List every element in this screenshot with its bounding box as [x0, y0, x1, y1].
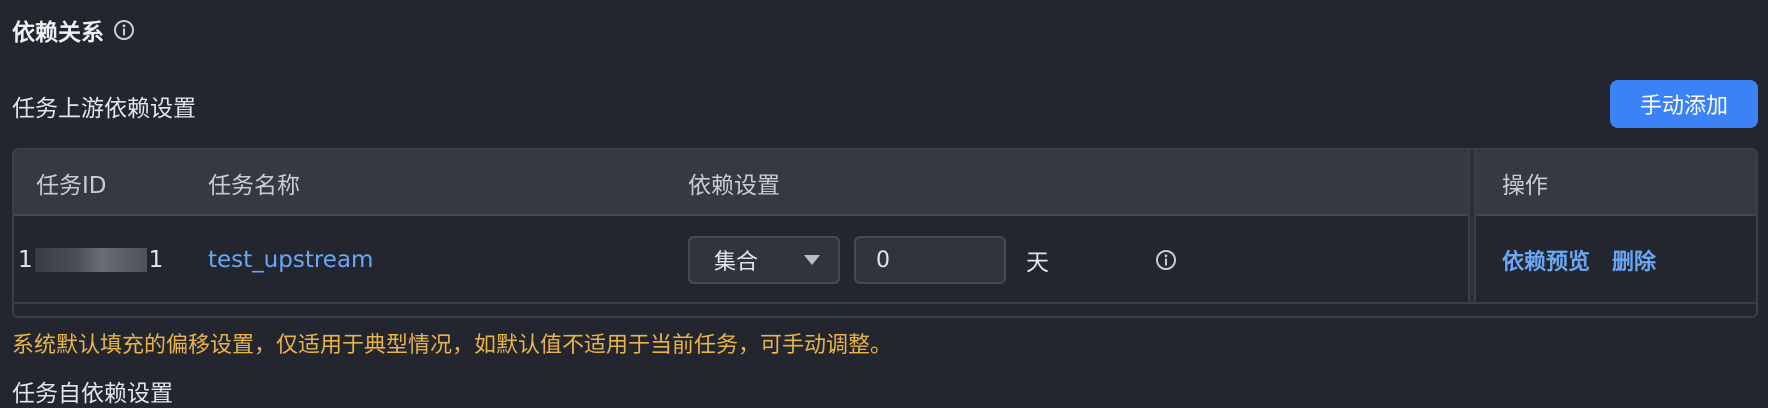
table-row: 1 1 test_upstream 集合 天 [14, 216, 1756, 304]
section-title-text: 依赖关系 [12, 20, 104, 46]
dependency-preview-link[interactable]: 依赖预览 [1502, 244, 1590, 276]
info-icon[interactable] [1154, 248, 1178, 272]
actions-cell: 依赖预览 删除 [1502, 216, 1656, 304]
offset-input[interactable] [854, 236, 1006, 284]
self-dependency-title: 任务自依赖设置 [12, 381, 173, 407]
offset-unit: 天 [1026, 216, 1049, 304]
info-icon[interactable] [112, 18, 136, 42]
column-header-task-name: 任务名称 [208, 173, 300, 199]
section-title: 依赖关系 [12, 14, 136, 46]
table-header: 任务ID 任务名称 依赖设置 操作 [14, 150, 1756, 216]
redacted-task-id [34, 248, 147, 272]
column-header-dependency-setting: 依赖设置 [688, 173, 780, 199]
offset-unit-label: 天 [1026, 250, 1049, 276]
column-header-actions: 操作 [1502, 173, 1548, 199]
column-header-task-id: 任务ID [36, 173, 107, 199]
upstream-dependency-table: 任务ID 任务名称 依赖设置 操作 1 1 test_upstream 集合 天 [12, 148, 1758, 318]
offset-hint-text: 系统默认填充的偏移设置，仅适用于典型情况，如默认值不适用于当前任务，可手动调整。 [12, 333, 893, 358]
task-name-cell: test_upstream [208, 216, 373, 304]
dependency-type-select[interactable]: 集合 [688, 236, 840, 284]
delete-link[interactable]: 删除 [1612, 244, 1656, 276]
task-id-cell: 1 1 [18, 216, 163, 304]
offset-info-cell [1154, 216, 1178, 304]
task-id-suffix: 1 [148, 247, 164, 273]
manual-add-button[interactable]: 手动添加 [1610, 80, 1758, 128]
offset-cell [854, 216, 1006, 304]
caret-down-icon [804, 255, 820, 265]
dependency-type-cell: 集合 [688, 216, 840, 304]
task-name-link[interactable]: test_upstream [208, 247, 373, 273]
dependency-type-value: 集合 [714, 250, 759, 275]
upstream-dependency-title: 任务上游依赖设置 [12, 96, 196, 122]
task-id-prefix: 1 [18, 247, 33, 273]
